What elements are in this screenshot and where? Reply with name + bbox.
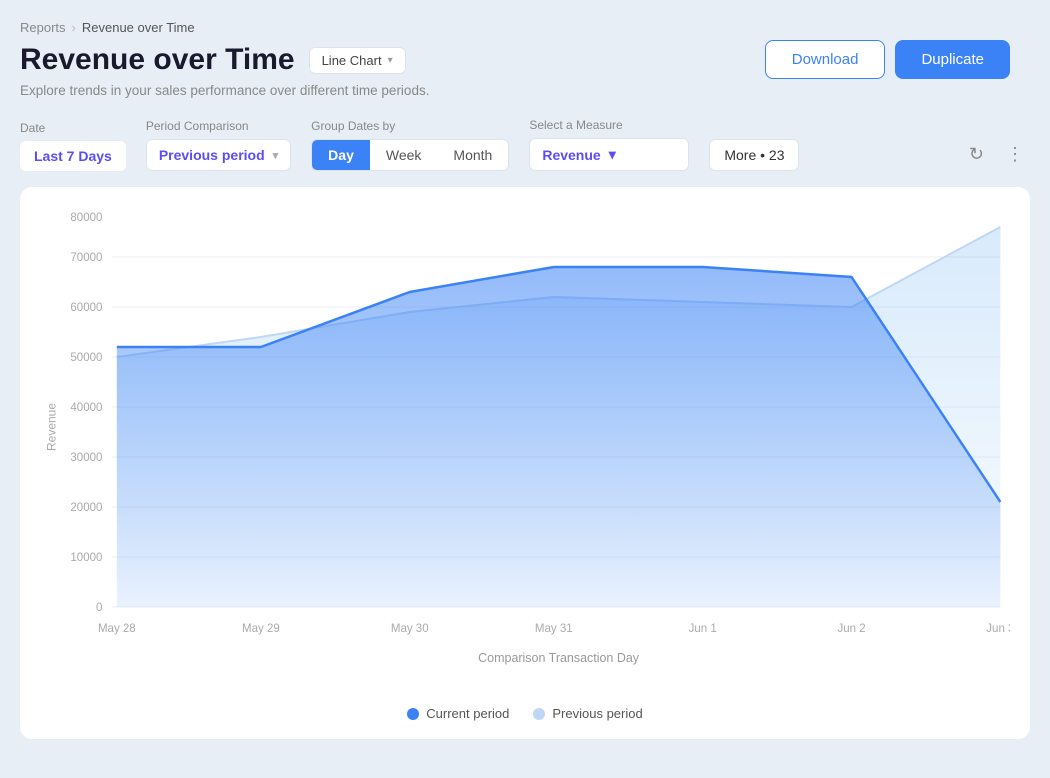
measure-filter-label: Select a Measure <box>529 118 689 132</box>
svg-text:Jun 1: Jun 1 <box>689 622 717 635</box>
svg-text:Revenue: Revenue <box>46 403 59 451</box>
svg-text:20000: 20000 <box>70 501 102 514</box>
breadcrumb-separator: › <box>72 20 76 35</box>
filters-row: Date Last 7 Days Period Comparison Previ… <box>20 118 1030 171</box>
top-actions: Download Duplicate <box>765 40 1010 79</box>
measure-value: Revenue <box>542 147 600 163</box>
measure-dropdown[interactable]: Revenue ▾ <box>529 138 689 171</box>
group-dates-filter-group: Group Dates by Day Week Month <box>311 119 509 171</box>
legend-current-dot <box>407 708 419 720</box>
period-comparison-dropdown[interactable]: Previous period ▾ <box>146 139 291 171</box>
measure-filter-group: Select a Measure Revenue ▾ <box>529 118 689 171</box>
svg-text:80000: 80000 <box>70 211 102 224</box>
period-comparison-filter-group: Period Comparison Previous period ▾ <box>146 119 291 171</box>
filter-actions: ↻ ⋮ <box>963 138 1030 171</box>
chart-type-arrow-icon: ▾ <box>388 55 393 66</box>
svg-text:Jun 3: Jun 3 <box>986 622 1010 635</box>
svg-text:May 30: May 30 <box>391 622 429 635</box>
group-dates-label: Group Dates by <box>311 119 509 133</box>
more-label-placeholder <box>709 119 799 133</box>
date-filter-label: Date <box>20 121 126 135</box>
svg-text:30000: 30000 <box>70 451 102 464</box>
period-comparison-value: Previous period <box>159 147 265 163</box>
legend-previous: Previous period <box>533 706 642 721</box>
svg-text:70000: 70000 <box>70 251 102 264</box>
date-filter-group: Date Last 7 Days <box>20 121 126 171</box>
date-filter-button[interactable]: Last 7 Days <box>20 141 126 171</box>
group-dates-buttons: Day Week Month <box>311 139 509 171</box>
svg-text:May 28: May 28 <box>98 622 136 635</box>
legend-previous-label: Previous period <box>552 706 642 721</box>
svg-text:Comparison Transaction Day: Comparison Transaction Day <box>478 650 639 665</box>
svg-text:10000: 10000 <box>70 551 102 564</box>
period-comparison-label: Period Comparison <box>146 119 291 133</box>
page-title: Revenue over Time <box>20 43 295 77</box>
svg-text:60000: 60000 <box>70 301 102 314</box>
page-subtitle: Explore trends in your sales performance… <box>20 83 1030 98</box>
chart-legend: Current period Previous period <box>40 692 1010 739</box>
chart-container: 0 10000 20000 30000 40000 50000 60000 70… <box>20 187 1030 739</box>
period-comparison-arrow-icon: ▾ <box>273 149 279 162</box>
download-button[interactable]: Download <box>765 40 886 79</box>
duplicate-button[interactable]: Duplicate <box>895 40 1010 79</box>
group-btn-month[interactable]: Month <box>437 140 508 170</box>
group-btn-week[interactable]: Week <box>370 140 438 170</box>
refresh-button[interactable]: ↻ <box>963 138 990 171</box>
legend-current: Current period <box>407 706 509 721</box>
chart-svg: 0 10000 20000 30000 40000 50000 60000 70… <box>40 207 1010 687</box>
more-filter-group: More • 23 <box>709 119 799 171</box>
svg-text:40000: 40000 <box>70 401 102 414</box>
svg-text:0: 0 <box>96 601 103 614</box>
breadcrumb-parent[interactable]: Reports <box>20 20 66 35</box>
svg-text:50000: 50000 <box>70 351 102 364</box>
svg-text:May 31: May 31 <box>535 622 573 635</box>
refresh-icon: ↻ <box>969 144 984 164</box>
more-button[interactable]: More • 23 <box>709 139 799 171</box>
group-btn-day[interactable]: Day <box>312 140 370 170</box>
chart-type-button[interactable]: Line Chart ▾ <box>309 47 406 74</box>
breadcrumb: Reports › Revenue over Time <box>20 20 1030 35</box>
more-options-icon: ⋮ <box>1006 144 1024 164</box>
legend-previous-dot <box>533 708 545 720</box>
more-options-button[interactable]: ⋮ <box>1000 138 1030 171</box>
svg-text:Jun 2: Jun 2 <box>837 622 865 635</box>
measure-arrow-icon: ▾ <box>609 146 616 163</box>
chart-type-label: Line Chart <box>322 53 382 68</box>
svg-text:May 29: May 29 <box>242 622 280 635</box>
breadcrumb-current: Revenue over Time <box>82 20 195 35</box>
legend-current-label: Current period <box>426 706 509 721</box>
